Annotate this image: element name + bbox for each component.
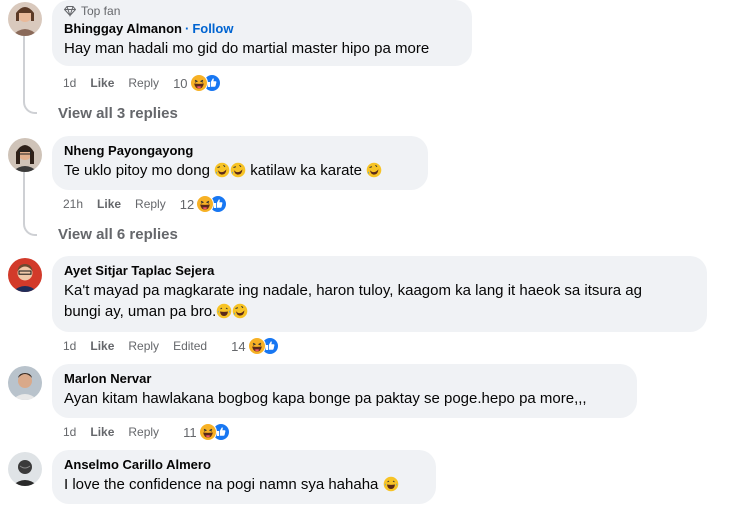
author-name[interactable]: Ayet Sitjar Taplac Sejera [64,263,214,278]
like-button[interactable]: Like [90,425,114,439]
reaction-summary[interactable]: 12 [180,195,228,213]
reaction-count: 14 [231,338,246,354]
rofl-emoji-icon [366,162,382,178]
avatar[interactable] [8,366,42,400]
top-fan-badge: Top fan [64,4,460,18]
comment-time[interactable]: 21h [63,197,83,211]
thread-connector [23,172,37,236]
author-name[interactable]: Anselmo Carillo Almero [64,457,211,472]
author-name[interactable]: Nheng Payongayong [64,143,193,158]
view-replies-link[interactable]: View all 3 replies [58,105,178,122]
comment-bubble: Marlon Nervar Ayan kitam hawlakana bogbo… [52,364,637,418]
reply-button[interactable]: Reply [128,76,159,90]
thread-connector [23,36,37,114]
avatar[interactable] [8,138,42,172]
rofl-emoji-icon [214,162,230,178]
comment-time[interactable]: 1d [63,425,76,439]
rofl-emoji-icon [232,303,248,319]
comment-text: Ka't mayad pa magkarate ing nadale, haro… [64,282,642,320]
like-button[interactable]: Like [90,76,114,90]
like-button[interactable]: Like [90,339,114,353]
comment-bubble: Top fan Bhinggay Almanon · Follow Hay ma… [52,0,472,66]
haha-emoji-icon [199,423,217,441]
edited-label[interactable]: Edited [173,339,207,353]
follow-button[interactable]: Follow [192,21,233,36]
reaction-summary[interactable]: 14 [231,337,279,355]
avatar[interactable] [8,452,42,486]
rofl-emoji-icon [230,162,246,178]
laughing-emoji-icon [216,303,232,319]
reaction-count: 11 [183,424,197,440]
comment-time[interactable]: 1d [63,76,76,90]
comment-text: Hay man hadali mo gid do martial master … [64,40,430,57]
author-name[interactable]: Marlon Nervar [64,371,151,386]
comment-text: I love the confidence na pogi namn sya h… [64,474,424,495]
view-replies-link[interactable]: View all 6 replies [58,226,178,243]
like-button[interactable]: Like [97,197,121,211]
comment-bubble: Nheng Payongayong Te uklo pitoy mo dong … [52,136,428,190]
reaction-count: 12 [179,196,195,212]
comment-text: Te uklo pitoy mo dong katilaw ka karate [64,160,416,181]
haha-emoji-icon [190,74,208,92]
haha-emoji-icon [196,195,214,213]
reaction-summary[interactable]: 11 [183,423,231,441]
author-name[interactable]: Bhinggay Almanon [64,21,182,36]
reply-button[interactable]: Reply [135,197,166,211]
avatar[interactable] [8,258,42,292]
laughing-emoji-icon [383,476,399,492]
reaction-summary[interactable]: 10 [173,74,221,92]
comment-bubble: Ayet Sitjar Taplac Sejera Ka't mayad pa … [52,256,707,332]
reaction-count: 10 [173,75,188,91]
haha-emoji-icon [248,337,266,355]
avatar[interactable] [8,2,42,36]
comment-time[interactable]: 1d [63,339,76,353]
comment-text: Ayan kitam hawlakana bogbog kapa bonge p… [64,390,587,407]
diamond-icon [64,6,76,17]
reply-button[interactable]: Reply [128,339,159,353]
comment-bubble: Anselmo Carillo Almero I love the confid… [52,450,436,504]
reply-button[interactable]: Reply [128,425,159,439]
